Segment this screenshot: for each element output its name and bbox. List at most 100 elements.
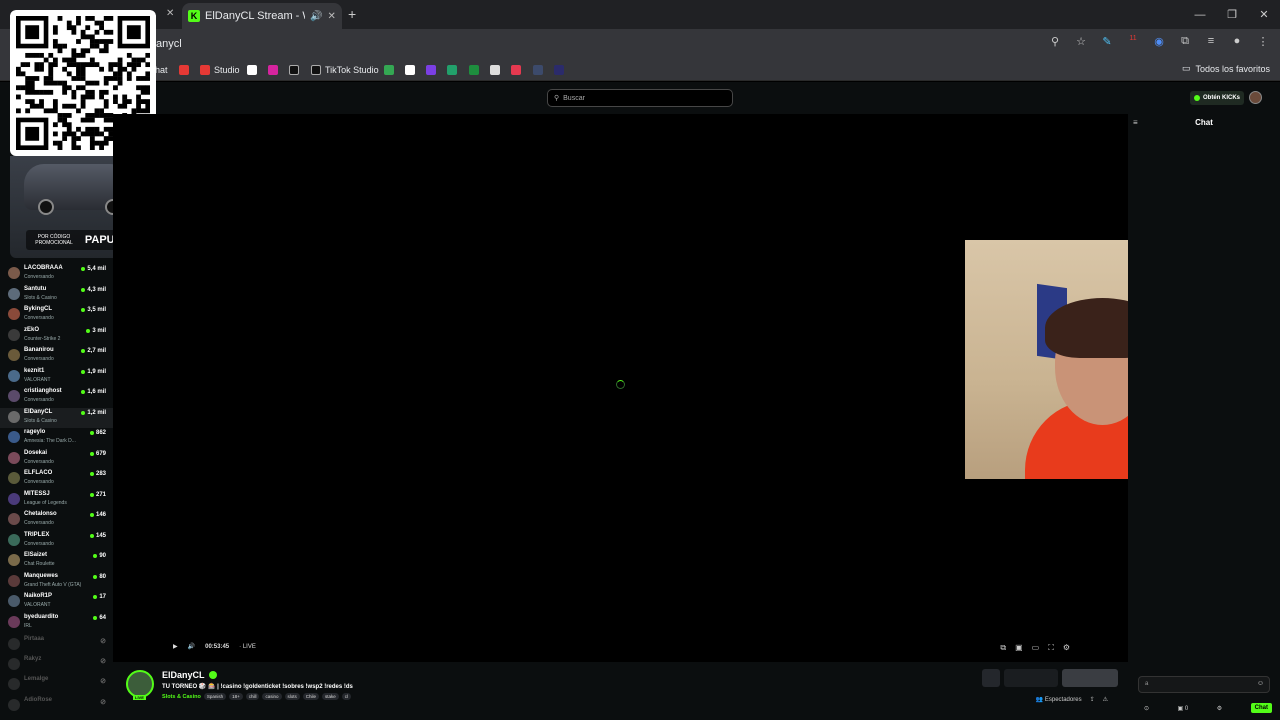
bookmark-x[interactable] <box>247 63 257 77</box>
menu-icon[interactable]: ⋮ <box>1256 35 1270 48</box>
action-placeholder[interactable] <box>1004 669 1058 687</box>
bookmark-instagram[interactable] <box>268 63 278 77</box>
speaker-icon[interactable]: 🔊 <box>310 11 322 22</box>
sidebar-channel-item[interactable]: TRIPLEX Conversando 145 <box>0 531 113 551</box>
extension-audio-icon[interactable]: ◉ <box>1152 35 1166 48</box>
sidebar-channel-item[interactable]: MITESSJ League of Legends 271 <box>0 490 113 510</box>
report-icon[interactable]: ⚠ <box>1103 696 1108 703</box>
close-window-button[interactable]: ✕ <box>1248 0 1280 29</box>
restore-button[interactable]: ❐ <box>1216 0 1248 29</box>
chat-settings-gear-icon[interactable]: ⚙ <box>1217 705 1222 712</box>
bookmark-7[interactable] <box>554 63 564 77</box>
stream-category[interactable]: Slots & Casino <box>162 694 201 700</box>
streamer-name[interactable]: ElDanyCL <box>162 670 217 680</box>
browser-tab-bar: ✕ K ElDanyCL Stream - Watch L 🔊 ✕ + — ❐ … <box>0 0 1280 29</box>
sidebar-channel-item[interactable]: cristianghost Conversando 1,6 mil <box>0 387 113 407</box>
play-icon[interactable]: ▶ <box>173 643 178 650</box>
stream-title: TU TORNEO 🎲 🎰 | !casino !goldenticket !s… <box>162 684 353 690</box>
qr-module <box>85 94 91 100</box>
tab-active[interactable]: K ElDanyCL Stream - Watch L 🔊 ✕ <box>182 3 342 29</box>
sidebar-channel-item[interactable]: Bananirou Conversando 2,7 mil <box>0 346 113 366</box>
sidebar-channel-item[interactable]: byeduardito IRL 64 <box>0 613 113 633</box>
bookmark-drive[interactable] <box>384 63 394 77</box>
stream-tag[interactable]: cl <box>341 693 352 700</box>
bookmark-tiktok-studio[interactable]: TikTok Studio <box>311 63 379 77</box>
bookmark-5[interactable] <box>511 63 521 77</box>
url-input[interactable]: anycl <box>150 33 1090 55</box>
stream-tag[interactable]: Spanish <box>203 693 227 700</box>
all-favorites[interactable]: ▭ Todos los favoritos <box>1182 63 1270 74</box>
settings-gear-icon[interactable]: ⚙ <box>1063 643 1070 653</box>
minimize-button[interactable]: — <box>1184 0 1216 29</box>
search-input[interactable]: ⚲ Buscar <box>547 89 733 107</box>
bookmark-sheets[interactable] <box>469 63 479 77</box>
send-chat-button[interactable]: Chat <box>1250 703 1272 713</box>
sidebar-channel-item[interactable]: Santutu Slots & Casino 4,3 mil <box>0 285 113 305</box>
qr-module <box>71 76 77 81</box>
miniplayer-icon[interactable]: ▣ <box>1015 643 1023 653</box>
qr-module <box>108 39 114 44</box>
sidebar-channel-item[interactable]: NaikoR1P VALORANT 17 <box>0 592 113 612</box>
bookmark-2[interactable] <box>426 63 436 77</box>
sidebar-channel-item[interactable]: zEkO Counter-Strike 2 3 mil <box>0 326 113 346</box>
stream-tag[interactable]: slots <box>284 693 300 700</box>
theater-mode-icon[interactable]: ▭ <box>1032 643 1040 653</box>
user-avatar[interactable] <box>1249 91 1262 104</box>
sidebar-channel-item[interactable]: Manquewes Grand Theft Auto V (GTA) 80 <box>0 572 113 592</box>
search-placeholder: Buscar <box>563 94 585 102</box>
sidebar-channel-item[interactable]: Chetalonso Conversando 146 <box>0 510 113 530</box>
extensions-puzzle-icon[interactable]: ⧉ <box>1178 35 1192 48</box>
bookmark-hat[interactable]: hat <box>155 63 168 77</box>
stream-tag[interactable]: casino <box>262 693 282 700</box>
chat-input[interactable]: a ☺ <box>1138 676 1270 693</box>
channel-category: Counter-Strike 2 <box>24 336 61 342</box>
bookmark-4[interactable] <box>490 63 500 77</box>
bookmark-studio[interactable]: Studio <box>200 63 240 77</box>
zoom-icon[interactable]: ⚲ <box>1048 35 1062 48</box>
sidebar-offline-item[interactable]: Pirtaaa ⊘ <box>0 635 113 655</box>
qr-module <box>62 103 68 109</box>
extension-badge-icon[interactable]: 11 <box>1126 35 1140 48</box>
stream-tag[interactable]: stake <box>322 693 339 700</box>
sidebar-channel-item[interactable]: rageylo Amnesia: The Dark D... 862 <box>0 428 113 448</box>
sidebar-offline-item[interactable]: AdioRose ⊘ <box>0 696 113 716</box>
live-indicator[interactable]: · LIVE <box>239 644 256 650</box>
streamer-avatar[interactable] <box>126 670 154 698</box>
bookmark-star-icon[interactable]: ☆ <box>1074 35 1088 48</box>
stream-tag[interactable]: chill <box>245 693 260 700</box>
qr-module <box>66 85 72 91</box>
media-icon[interactable]: ≡ <box>1204 35 1218 48</box>
sidebar-channel-item[interactable]: Dosekai Conversando 679 <box>0 449 113 469</box>
bookmark-6[interactable] <box>533 63 543 77</box>
sidebar-channel-item[interactable]: ElSaizet Chat Roulette 90 <box>0 551 113 571</box>
action-placeholder[interactable] <box>982 669 1000 687</box>
fullscreen-icon[interactable]: ⛶ <box>1048 643 1054 653</box>
sidebar-channel-item[interactable]: ELFLACO Conversando 283 <box>0 469 113 489</box>
bookmark-3[interactable] <box>447 63 457 77</box>
emoji-icon[interactable]: ☺ <box>1257 680 1264 687</box>
follow-button[interactable] <box>1062 669 1118 687</box>
chat-toggle-icon[interactable]: ⊙ <box>1144 705 1149 712</box>
sidebar-channel-item[interactable]: LACOBRAAA Conversando 5,4 mil <box>0 264 113 284</box>
sidebar-offline-item[interactable]: Rakyz ⊘ <box>0 655 113 675</box>
bookmark-1[interactable] <box>405 63 415 77</box>
stream-tag[interactable]: Chile <box>302 693 320 700</box>
sidebar-offline-item[interactable]: Lemalge ⊘ <box>0 675 113 695</box>
sidebar-channel-item[interactable]: BykingCL Conversando 3,5 mil <box>0 305 113 325</box>
new-tab-button[interactable]: + <box>348 6 356 22</box>
close-icon[interactable]: ✕ <box>166 8 174 19</box>
get-kicks-button[interactable]: Obtén KICKs <box>1190 91 1245 105</box>
sidebar-channel-item[interactable]: ElDanyCL Slots & Casino 1,2 mil <box>0 408 113 428</box>
qr-module <box>94 126 100 132</box>
stream-tag[interactable]: 18+ <box>229 693 243 700</box>
share-icon[interactable]: ⇪ <box>1090 696 1095 703</box>
bookmark-tiktok[interactable] <box>289 63 299 77</box>
sidebar-channel-item[interactable]: keznit1 VALORANT 1,9 mil <box>0 367 113 387</box>
profile-icon[interactable]: ● <box>1230 35 1244 48</box>
kick-coin-icon <box>1194 95 1200 101</box>
volume-icon[interactable]: 🔊 <box>188 643 195 650</box>
close-tab-icon[interactable]: ✕ <box>327 11 335 22</box>
extension-translate-icon[interactable]: ✎ <box>1100 35 1114 48</box>
clip-icon[interactable]: ⧉ <box>1000 643 1006 653</box>
bookmark-youtube[interactable] <box>179 63 189 77</box>
